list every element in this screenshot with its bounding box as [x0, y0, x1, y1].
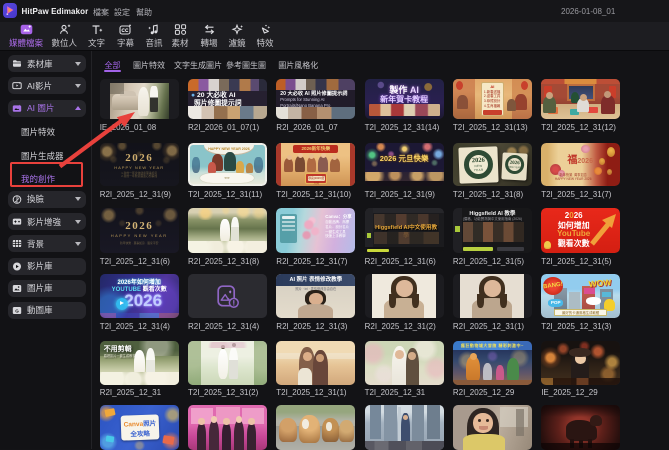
svg-text:G: G	[15, 308, 19, 313]
